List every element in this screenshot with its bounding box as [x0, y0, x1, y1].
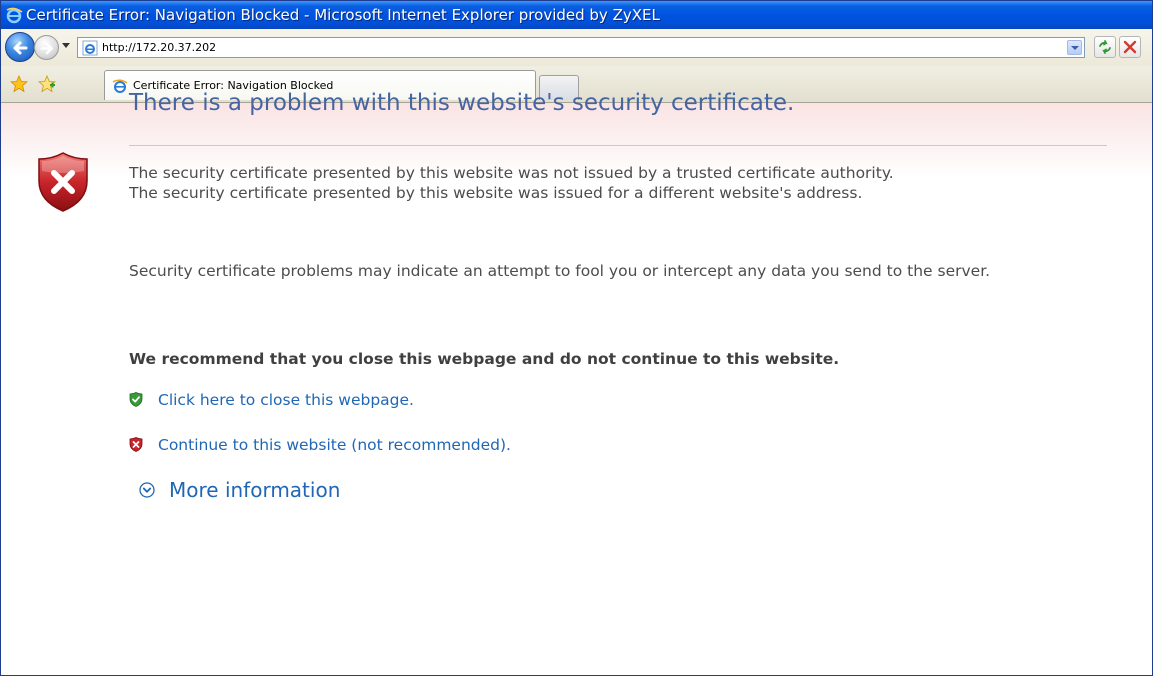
heading-divider — [129, 145, 1107, 146]
recent-pages-dropdown[interactable] — [62, 43, 70, 48]
recommendation-text: We recommend that you close this webpage… — [129, 350, 840, 368]
refresh-icon — [1099, 40, 1111, 54]
add-favorite-icon[interactable] — [38, 75, 56, 93]
favorites-star-icon[interactable] — [10, 75, 28, 93]
browser-window: Certificate Error: Navigation Blocked - … — [0, 0, 1153, 676]
green-shield-check-icon — [129, 392, 143, 407]
more-information-label: More information — [169, 478, 341, 502]
forward-button[interactable] — [34, 35, 59, 60]
ie-logo-icon — [112, 79, 128, 93]
expand-circle-icon — [139, 482, 155, 498]
refresh-button[interactable] — [1094, 36, 1116, 58]
page-ie-icon — [82, 40, 98, 56]
red-shield-x-icon — [129, 437, 143, 452]
close-webpage-link[interactable]: Click here to close this webpage. — [129, 390, 489, 410]
address-dropdown-button[interactable] — [1067, 40, 1082, 55]
address-bar[interactable] — [77, 37, 1085, 58]
navigation-bar — [1, 29, 1152, 66]
address-mismatch-text: The security certificate presented by th… — [129, 184, 863, 202]
ie-logo-icon — [6, 7, 23, 24]
url-input[interactable] — [102, 39, 1052, 56]
page-title: There is a problem with this website's s… — [129, 90, 795, 116]
warning-paragraph: Security certificate problems may indica… — [129, 262, 991, 280]
stop-icon — [1123, 40, 1137, 54]
stop-button[interactable] — [1119, 36, 1141, 58]
forward-arrow-icon — [40, 42, 53, 55]
back-button[interactable] — [5, 32, 35, 62]
continue-to-website-link[interactable]: Continue to this website (not recommende… — [129, 435, 649, 455]
continue-link-label: Continue to this website (not recommende… — [158, 436, 511, 454]
close-link-label: Click here to close this webpage. — [158, 391, 414, 409]
red-shield-x-icon — [38, 152, 88, 212]
window-title: Certificate Error: Navigation Blocked - … — [26, 6, 660, 24]
back-arrow-icon — [13, 41, 28, 55]
more-information-toggle[interactable]: More information — [139, 477, 379, 503]
certificate-problems-paragraph: The security certificate presented by th… — [129, 163, 1119, 203]
title-bar[interactable]: Certificate Error: Navigation Blocked - … — [1, 1, 1152, 29]
untrusted-authority-text: The security certificate presented by th… — [129, 164, 894, 182]
